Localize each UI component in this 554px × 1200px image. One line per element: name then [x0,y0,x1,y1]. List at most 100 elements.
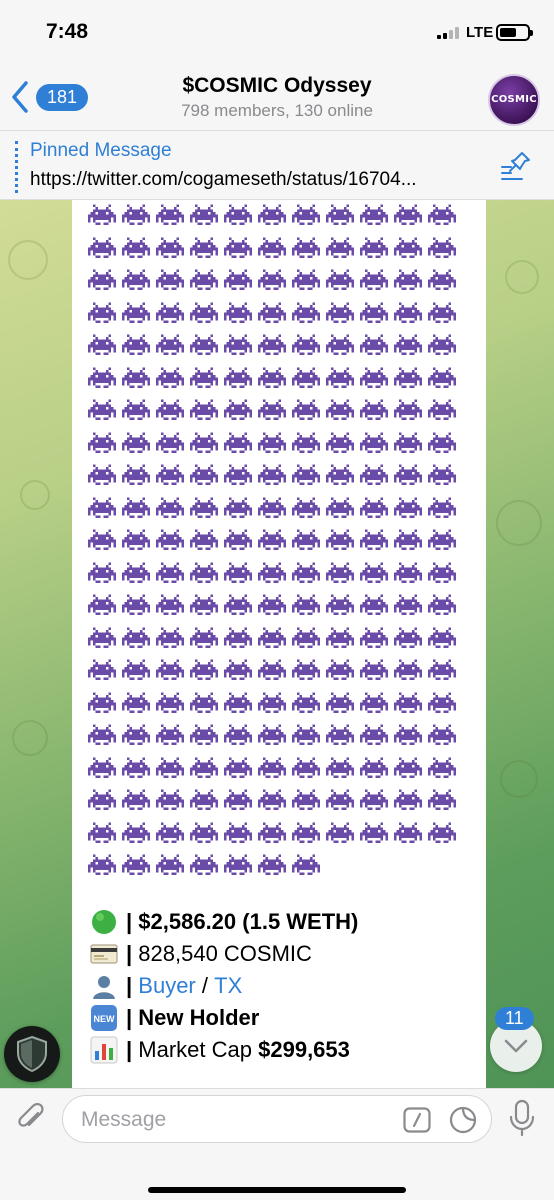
alien-monster-icon [360,757,388,781]
alien-monster-icon [122,497,150,521]
alien-monster-icon [360,204,388,228]
alien-monster-icon [428,594,456,618]
alien-monster-icon [258,399,286,423]
alien-monster-icon [258,367,286,391]
alien-monster-icon [360,594,388,618]
alien-monster-icon [292,432,320,456]
message-bubble[interactable]: | $2,586.20 (1.5 WETH) | 828,540 COSMIC … [72,200,486,1088]
pinned-title: Pinned Message [30,140,172,161]
tx-link[interactable]: TX [214,970,242,1002]
alien-monster-icon [428,367,456,391]
alien-monster-icon [360,659,388,683]
alien-monster-icon [292,854,320,878]
alien-monster-icon [428,659,456,683]
alien-monster-icon [122,334,150,358]
emoji-row [88,233,468,266]
pinned-message-bar[interactable]: Pinned Message https://twitter.com/cogam… [0,130,554,200]
alien-monster-icon [224,757,252,781]
message-field[interactable] [62,1095,492,1143]
emoji-row [88,493,468,526]
alien-monster-icon [394,367,422,391]
alien-monster-icon [326,464,354,488]
emoji-row [88,558,468,591]
alien-monster-icon [394,237,422,261]
group-avatar[interactable]: COSMIC [488,74,540,126]
alien-monster-icon [360,822,388,846]
alien-monster-icon [156,497,184,521]
alien-monster-icon [88,822,116,846]
alien-monster-icon [88,854,116,878]
alien-monster-icon [156,724,184,748]
separator-pipe: | [126,1037,139,1062]
network-type: LTE [466,24,494,41]
avatar-logo-text: COSMIC [491,94,537,105]
signal-icon [437,27,459,39]
alien-monster-icon [326,237,354,261]
alien-monster-icon [88,204,116,228]
alien-monster-icon [224,334,252,358]
alien-monster-icon [88,334,116,358]
bot-commands-icon[interactable] [403,1107,431,1133]
alien-monster-icon [292,659,320,683]
alien-monster-icon [190,562,218,586]
alien-monster-icon [394,269,422,293]
alien-monster-icon [394,432,422,456]
alien-monster-icon [292,692,320,716]
alien-monster-icon [360,562,388,586]
alien-monster-icon [258,757,286,781]
alien-monster-icon [88,269,116,293]
buyer-link[interactable]: Buyer [138,970,195,1002]
alien-monster-icon [326,334,354,358]
sticker-icon[interactable] [449,1106,477,1134]
alien-monster-icon [224,269,252,293]
alien-monster-icon [258,269,286,293]
alien-monster-icon [88,367,116,391]
alien-monster-icon [88,432,116,456]
alien-monster-icon [292,302,320,326]
alien-monster-icon [428,789,456,813]
shield-app-button[interactable] [4,1026,60,1082]
alien-monster-icon [88,659,116,683]
alien-monster-icon [88,562,116,586]
unread-mentions-badge: 11 [495,1007,534,1030]
alien-monster-icon [122,529,150,553]
chat-background[interactable]: | $2,586.20 (1.5 WETH) | 828,540 COSMIC … [0,200,554,1088]
alien-monster-icon [394,464,422,488]
paperclip-icon[interactable] [16,1101,46,1135]
alien-monster-icon [394,627,422,651]
alien-monster-icon [394,757,422,781]
alien-monster-icon [190,594,218,618]
alien-monster-icon [122,237,150,261]
credit-card-icon [88,940,120,968]
emoji-row [88,460,468,493]
market-cap-label: Market Cap [138,1037,252,1062]
alien-monster-icon [292,724,320,748]
alien-monster-icon [292,822,320,846]
svg-text:NEW: NEW [94,1014,116,1024]
alien-monster-icon [394,789,422,813]
alien-monster-icon [326,399,354,423]
alien-monster-icon [428,432,456,456]
emoji-row [88,330,468,363]
alien-monster-icon [360,627,388,651]
chat-title-area[interactable]: $COSMIC Odyssey 798 members, 130 online [0,74,554,121]
alien-monster-icon [428,757,456,781]
alien-monster-icon [428,497,456,521]
separator-pipe: | [126,909,139,934]
price-line: | $2,586.20 (1.5 WETH) [88,906,358,938]
microphone-icon[interactable] [508,1099,536,1137]
alien-monster-icon [258,854,286,878]
message-input[interactable] [81,1106,381,1134]
alien-monster-icon [394,692,422,716]
alien-monster-icon [258,724,286,748]
pin-list-icon[interactable] [500,151,532,181]
alien-monster-icon [258,302,286,326]
alien-monster-icon [258,789,286,813]
alien-monster-icon [360,464,388,488]
alien-monster-icon [258,204,286,228]
alien-monster-icon [292,789,320,813]
alien-monster-icon [190,789,218,813]
alien-monster-icon [122,367,150,391]
alien-monster-icon [428,562,456,586]
alien-monster-icon [326,204,354,228]
